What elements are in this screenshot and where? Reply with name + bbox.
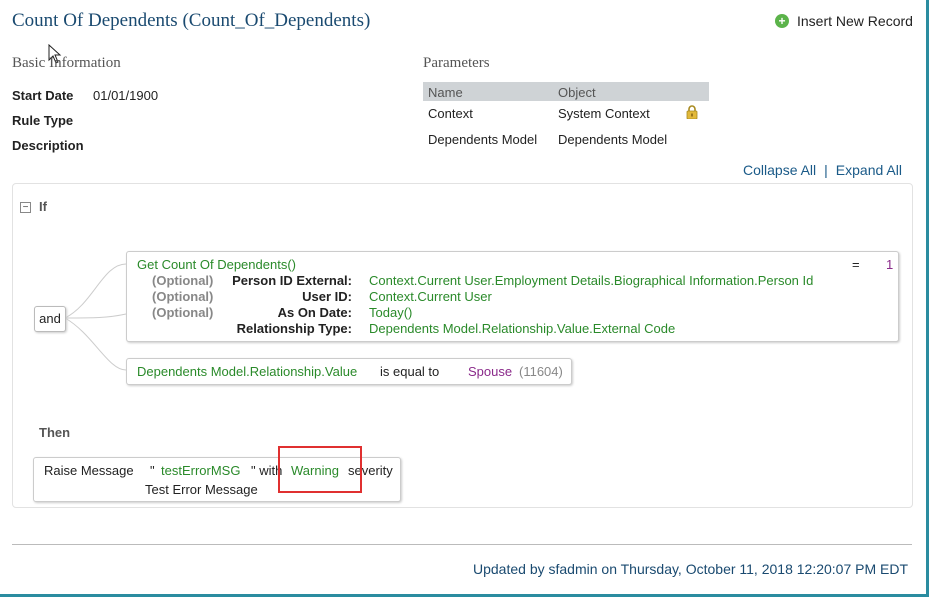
link-separator: | — [824, 162, 828, 178]
page-title: Count Of Dependents (Count_Of_Dependents… — [12, 10, 371, 31]
then-label: Then — [39, 425, 71, 440]
condition-expression[interactable]: Get Count Of Dependents() = 1 (Optional)… — [126, 251, 899, 342]
last-updated-text: Updated by sfadmin on Thursday, October … — [473, 561, 909, 577]
condition-value[interactable]: Spouse — [468, 364, 512, 379]
parameters-table: Name Object Context System Context Depen… — [423, 82, 709, 153]
comparison-value[interactable]: 1 — [886, 257, 893, 272]
param-label: Relationship Type: — [236, 321, 352, 336]
condition-operator[interactable]: is equal to — [380, 364, 439, 379]
and-operator-button[interactable]: and — [34, 306, 66, 332]
table-row: Context System Context — [423, 101, 709, 127]
description-label: Description — [12, 138, 84, 153]
param-name: Context — [428, 106, 473, 121]
parameters-table-header: Name Object — [423, 82, 709, 101]
message-key[interactable]: testErrorMSG — [161, 463, 240, 478]
param-name: Dependents Model — [428, 132, 538, 147]
optional-tag: (Optional) — [152, 305, 214, 320]
param-value[interactable]: Context.Current User.Employment Details.… — [369, 273, 813, 288]
condition-value-code: (11604) — [519, 364, 563, 379]
param-label: User ID: — [302, 289, 352, 304]
rule-editor: − If and Get Count Of Dependents() = 1 (… — [12, 183, 913, 508]
param-value[interactable]: Context.Current User — [369, 289, 492, 304]
param-label: As On Date: — [277, 305, 352, 320]
quote-open: " — [150, 463, 155, 478]
rule-type-label: Rule Type — [12, 113, 74, 128]
collapse-expand-links: Collapse All | Expand All — [743, 162, 902, 178]
highlight-annotation — [278, 446, 362, 493]
param-value[interactable]: Today() — [369, 305, 412, 320]
param-object: System Context — [558, 106, 650, 121]
param-value[interactable]: Dependents Model.Relationship.Value.Exte… — [369, 321, 675, 336]
rule-detail-panel: Count Of Dependents (Count_Of_Dependents… — [0, 0, 929, 597]
parameters-heading: Parameters — [423, 55, 490, 71]
table-row: Dependents Model Dependents Model — [423, 127, 709, 153]
lock-icon — [686, 105, 698, 119]
param-object: Dependents Model — [558, 132, 668, 147]
action-verb: Raise Message — [44, 463, 134, 478]
optional-tag: (Optional) — [152, 273, 214, 288]
function-name[interactable]: Get Count Of Dependents() — [137, 257, 296, 272]
expand-all-link[interactable]: Expand All — [836, 162, 902, 178]
condition-field[interactable]: Dependents Model.Relationship.Value — [137, 364, 357, 379]
param-label: Person ID External: — [232, 273, 352, 288]
optional-tag: (Optional) — [152, 289, 214, 304]
comparator[interactable]: = — [852, 257, 860, 272]
column-header-object: Object — [558, 85, 596, 100]
insert-new-record-button[interactable]: + Insert New Record — [775, 13, 913, 29]
basic-information-heading: Basic Information — [12, 55, 121, 71]
start-date-value: 01/01/1900 — [93, 88, 159, 103]
column-header-name: Name — [428, 85, 463, 100]
start-date-label: Start Date — [12, 88, 74, 103]
condition-expression[interactable]: Dependents Model.Relationship.Value is e… — [126, 358, 572, 385]
add-icon: + — [775, 14, 789, 28]
insert-new-record-label: Insert New Record — [797, 13, 913, 29]
message-text: Test Error Message — [145, 482, 258, 497]
footer-divider — [12, 544, 912, 545]
collapse-all-link[interactable]: Collapse All — [743, 162, 816, 178]
